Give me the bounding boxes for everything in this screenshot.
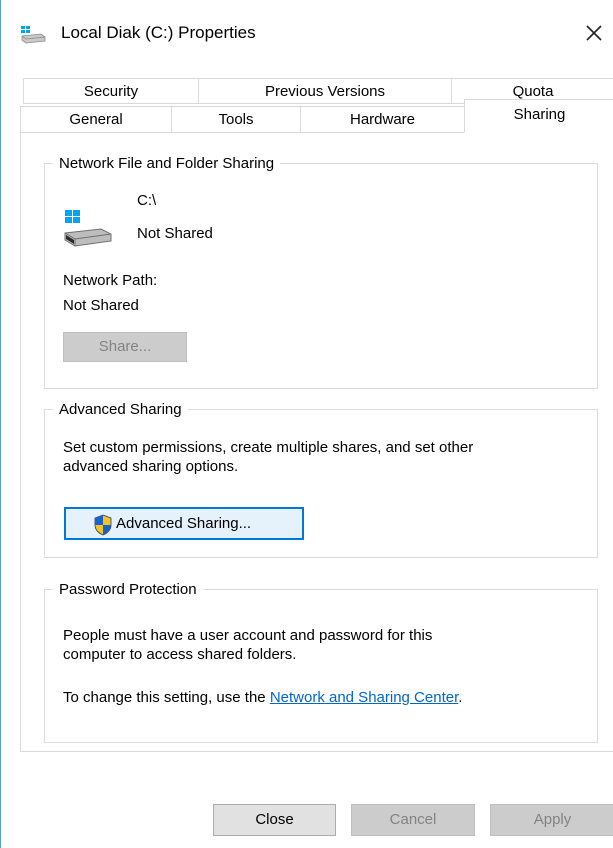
group-title: Network File and Folder Sharing xyxy=(59,155,275,172)
windows-drive-icon xyxy=(63,206,115,250)
title-bar: Local Diak (C:) Properties xyxy=(1,0,613,64)
window-title: Local Diak (C:) Properties xyxy=(61,23,256,42)
close-button[interactable]: Close xyxy=(213,804,336,836)
advanced-sharing-description-line2: advanced sharing options. xyxy=(63,458,239,475)
uac-shield-icon xyxy=(93,514,113,536)
close-icon[interactable] xyxy=(579,18,609,48)
cancel-button-label: Cancel xyxy=(389,811,437,828)
share-button-label: Share... xyxy=(98,338,152,355)
drive-path: C:\ xyxy=(137,192,157,209)
advanced-sharing-button[interactable]: Advanced Sharing... xyxy=(64,507,304,540)
tab-general[interactable]: General xyxy=(20,106,172,133)
tab-label: Tools xyxy=(218,111,254,128)
network-and-sharing-center-link[interactable]: Network and Sharing Center xyxy=(270,689,458,706)
tab-label: Sharing xyxy=(513,106,566,123)
change-setting-prefix: To change this setting, use the xyxy=(63,689,270,706)
tab-label: Hardware xyxy=(349,111,416,128)
drive-icon xyxy=(21,24,47,44)
tab-label: Previous Versions xyxy=(264,83,386,100)
properties-window: Local Diak (C:) Properties Security Prev… xyxy=(0,0,613,848)
group-title: Advanced Sharing xyxy=(59,401,182,418)
group-title: Password Protection xyxy=(59,581,197,598)
tab-hardware[interactable]: Hardware xyxy=(300,106,465,133)
network-path-label: Network Path: xyxy=(63,272,158,289)
apply-button[interactable]: Apply xyxy=(490,804,613,836)
tab-panel-sharing: Network File and Folder Sharing C:\ Not … xyxy=(20,132,613,752)
tab-label: Security xyxy=(83,83,139,100)
cancel-button[interactable]: Cancel xyxy=(351,804,475,836)
advanced-sharing-description-line1: Set custom permissions, create multiple … xyxy=(63,439,474,456)
password-protection-line2: computer to access shared folders. xyxy=(63,646,297,663)
change-setting-text: To change this setting, use the Network … xyxy=(63,688,462,707)
tab-tools[interactable]: Tools xyxy=(171,106,301,133)
advanced-sharing-button-label: Advanced Sharing... xyxy=(116,515,252,532)
tab-label: General xyxy=(69,111,123,128)
password-protection-line1: People must have a user account and pass… xyxy=(63,627,433,644)
tab-sharing[interactable]: Sharing xyxy=(464,99,613,133)
change-setting-suffix: . xyxy=(458,689,463,706)
tab-label: Quota xyxy=(512,83,554,100)
drive-share-status: Not Shared xyxy=(137,225,213,242)
close-button-label: Close xyxy=(255,811,294,828)
network-path-value: Not Shared xyxy=(63,297,139,314)
apply-button-label: Apply xyxy=(533,811,572,828)
tab-security[interactable]: Security xyxy=(23,78,199,104)
share-button[interactable]: Share... xyxy=(63,332,187,362)
tab-previous-versions[interactable]: Previous Versions xyxy=(198,78,452,104)
